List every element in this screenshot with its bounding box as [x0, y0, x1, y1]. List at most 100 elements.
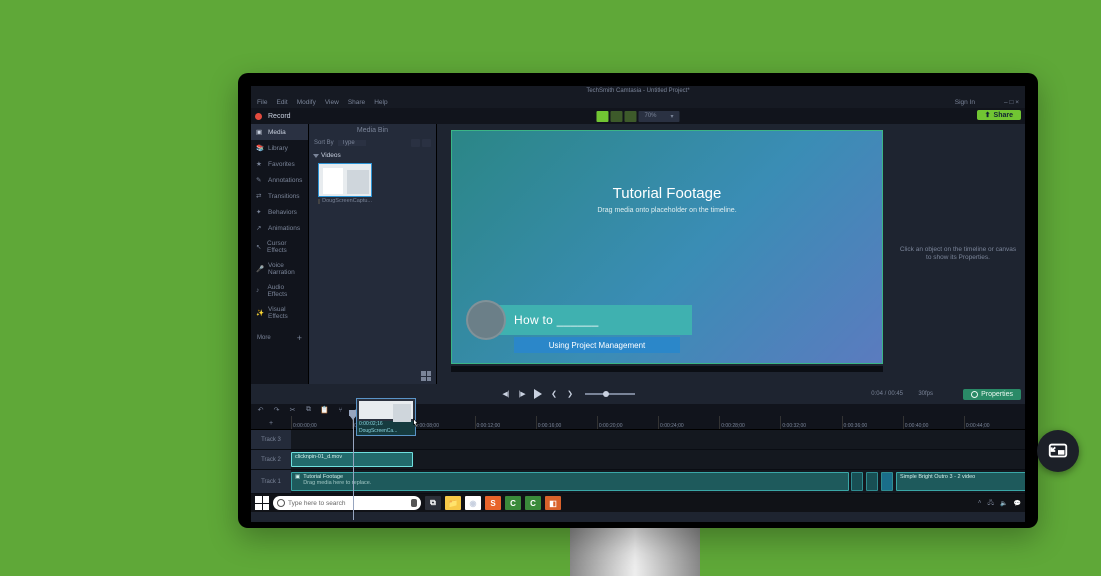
- taskbar-camtasia-2[interactable]: C: [525, 496, 541, 510]
- clip-segment-3[interactable]: [881, 472, 893, 491]
- clip-tutorial-footage[interactable]: ▣ Tutorial Footage Drag media here to re…: [291, 472, 849, 491]
- media-clip-name: DougScreenCaptu...: [318, 198, 372, 204]
- window-close-button[interactable]: ×: [1015, 99, 1019, 106]
- canvas-tool-1[interactable]: [596, 111, 608, 122]
- clip-segment-2[interactable]: [866, 472, 878, 491]
- add-track-button[interactable]: +: [269, 420, 273, 427]
- sidebar-more[interactable]: More: [257, 335, 271, 341]
- share-button[interactable]: ⬆ Share: [977, 110, 1021, 120]
- step-back-button[interactable]: |▶: [517, 389, 527, 399]
- sidebar-item-visual-effects[interactable]: ✨Visual Effects: [251, 302, 308, 324]
- bin-group-videos[interactable]: Videos: [314, 152, 431, 159]
- zoom-dropdown[interactable]: 70%▾: [638, 111, 679, 122]
- properties-panel: Click an object on the timeline or canva…: [891, 124, 1025, 384]
- search-icon: [277, 499, 285, 507]
- app-screen: TechSmith Camtasia - Untitled Project* F…: [251, 86, 1025, 522]
- sidebar-item-library[interactable]: 📚Library: [251, 140, 308, 156]
- sidebar-item-voice[interactable]: 🎤Voice Narration: [251, 258, 308, 280]
- track-1-lane[interactable]: ▣ Tutorial Footage Drag media here to re…: [291, 470, 1025, 493]
- taskbar-camtasia[interactable]: C: [505, 496, 521, 510]
- tray-network-icon[interactable]: 🖧: [987, 498, 994, 508]
- audio-icon: ♪: [256, 287, 263, 295]
- clip-segment-1[interactable]: [851, 472, 863, 491]
- step-fwd-button[interactable]: ❮: [549, 389, 559, 399]
- zoom-slider[interactable]: [585, 393, 635, 395]
- pip-toggle-button[interactable]: [1037, 430, 1079, 472]
- record-button[interactable]: Record: [268, 113, 291, 120]
- sidebar-item-media[interactable]: ▣Media: [251, 124, 308, 140]
- pointer-cursor-icon: [409, 416, 423, 432]
- canvas-scrollbar[interactable]: [451, 366, 883, 372]
- taskbar-snagit[interactable]: S: [485, 496, 501, 510]
- paste-button[interactable]: 📋: [320, 406, 329, 414]
- menu-help[interactable]: Help: [374, 99, 387, 106]
- undo-button[interactable]: ↶: [256, 406, 265, 414]
- sidebar-item-animations[interactable]: ↗Animations: [251, 220, 308, 236]
- clip-track2[interactable]: clicknpin-01_d.mov: [291, 452, 413, 467]
- cut-button[interactable]: ✂: [288, 406, 297, 414]
- mic-icon: 🎤: [256, 265, 264, 273]
- copy-button[interactable]: ⧉: [304, 406, 313, 414]
- sort-by-dropdown[interactable]: Type: [338, 140, 366, 146]
- windows-start-button[interactable]: [255, 496, 269, 510]
- window-title: TechSmith Camtasia - Untitled Project*: [257, 88, 1019, 94]
- split-button[interactable]: ⑂: [336, 407, 345, 414]
- media-bin-panel: Media Bin Sort By Type Videos DougScreen…: [309, 124, 437, 384]
- media-clip-thumb[interactable]: DougScreenCaptu...: [318, 163, 372, 204]
- tray-notification-icon[interactable]: 💬: [1014, 500, 1021, 507]
- tool-sidebar: ▣Media 📚Library ★Favorites ✎Annotations …: [251, 124, 309, 384]
- taskbar-app-orange[interactable]: ◧: [545, 496, 561, 510]
- play-button[interactable]: [533, 389, 543, 399]
- prev-frame-button[interactable]: ◀|: [501, 389, 511, 399]
- library-icon: 📚: [256, 144, 264, 152]
- sidebar-item-annotations[interactable]: ✎Annotations: [251, 172, 308, 188]
- track-1-header[interactable]: Track 1: [251, 470, 291, 493]
- view-mode-button[interactable]: [422, 139, 431, 147]
- sidebar-item-transitions[interactable]: ⇄Transitions: [251, 188, 308, 204]
- menu-edit[interactable]: Edit: [276, 99, 287, 106]
- next-frame-button[interactable]: ❯: [565, 389, 575, 399]
- sign-in-link[interactable]: Sign In: [955, 99, 975, 106]
- preview-canvas[interactable]: Tutorial Footage Drag media onto placeho…: [451, 130, 883, 364]
- track-2-header[interactable]: Track 2: [251, 450, 291, 469]
- menu-file[interactable]: File: [257, 99, 267, 106]
- search-placeholder: Type here to search: [288, 500, 408, 507]
- lower-third[interactable]: How to ______: [466, 303, 692, 337]
- triangle-down-icon: [313, 154, 319, 158]
- sidebar-item-behaviors[interactable]: ✦Behaviors: [251, 204, 308, 220]
- track-2-lane[interactable]: clicknpin-01_d.mov: [291, 450, 1025, 469]
- playhead[interactable]: [353, 410, 354, 520]
- menu-view[interactable]: View: [325, 99, 339, 106]
- media-icon: ▣: [256, 128, 264, 136]
- clip-outro[interactable]: Simple Bright Outro 3 - 2 video: [896, 472, 1025, 491]
- properties-button[interactable]: Properties: [963, 389, 1021, 400]
- tray-up-icon[interactable]: ˄: [978, 500, 982, 506]
- sidebar-add-button[interactable]: +: [297, 333, 302, 343]
- grid-view-icon[interactable]: [421, 371, 431, 381]
- menu-share[interactable]: Share: [348, 99, 365, 106]
- sidebar-item-cursor-effects[interactable]: ↖Cursor Effects: [251, 236, 308, 258]
- canvas-tool-magnet[interactable]: [624, 111, 636, 122]
- sidebar-item-favorites[interactable]: ★Favorites: [251, 156, 308, 172]
- redo-button[interactable]: ↷: [272, 406, 281, 414]
- transition-icon: ⇄: [256, 192, 264, 200]
- task-view-button[interactable]: ⧉: [425, 496, 441, 510]
- lower-third-bar1: How to ______: [488, 305, 692, 335]
- taskbar-chrome[interactable]: ◉: [465, 496, 481, 510]
- taskbar-search[interactable]: Type here to search: [273, 496, 421, 510]
- record-icon[interactable]: [255, 113, 262, 120]
- taskbar-explorer[interactable]: 📁: [445, 496, 461, 510]
- menu-modify[interactable]: Modify: [297, 99, 316, 106]
- sidebar-item-audio-effects[interactable]: ♪Audio Effects: [251, 280, 308, 302]
- window-minimize-button[interactable]: –: [1004, 99, 1008, 106]
- window-maximize-button[interactable]: □: [1009, 99, 1013, 106]
- playback-time: 0:04 / 00:45: [871, 391, 903, 397]
- gear-icon: [971, 391, 978, 398]
- sort-direction-button[interactable]: [411, 139, 420, 147]
- canvas-tool-crop[interactable]: [610, 111, 622, 122]
- tray-sound-icon[interactable]: 🔈: [1000, 500, 1007, 507]
- canvas-title-text: Tutorial Footage: [452, 185, 882, 202]
- track-3-header[interactable]: Track 3: [251, 430, 291, 449]
- system-tray[interactable]: ˄ 🖧 🔈 💬: [978, 498, 1021, 508]
- canvas-subtitle-text: Drag media onto placeholder on the timel…: [452, 207, 882, 214]
